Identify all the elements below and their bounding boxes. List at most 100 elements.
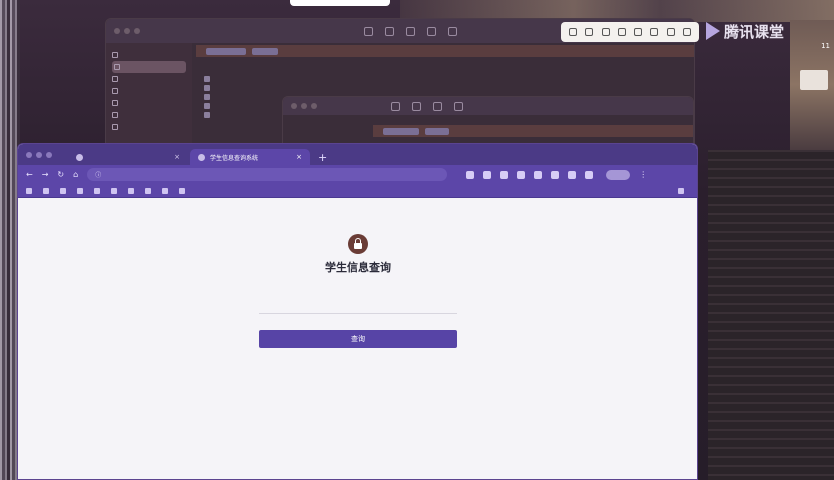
extension-icon[interactable] [500,170,509,179]
clear-icon[interactable] [682,28,691,36]
extension-icon[interactable] [534,170,543,179]
bookmark-item[interactable] [179,187,188,194]
tab-label: 学生信息查询系统 [210,154,259,162]
student-id-input[interactable] [259,290,457,314]
profile-button[interactable] [606,169,631,180]
extension-icon[interactable] [568,170,577,179]
bookmark-item[interactable] [145,187,154,194]
zoom-dot[interactable] [311,103,317,109]
path-crumb[interactable] [252,47,278,55]
tencent-classroom-brand: 腾讯课堂 [706,20,784,42]
new-tab-button[interactable]: + [312,149,333,165]
pointer-icon[interactable] [569,28,578,36]
tab-strip: × 学生信息查询系统 × + [18,144,697,165]
extension-icon[interactable] [517,170,526,179]
sidebar-item[interactable] [112,121,186,133]
bookmark-item[interactable] [162,187,171,194]
list-item[interactable] [204,83,694,92]
forward-icon[interactable]: → [42,170,49,179]
group-icon[interactable] [412,101,421,111]
tab-inactive[interactable]: × [68,149,188,165]
menu-icon[interactable]: ⋮ [639,170,647,179]
query-button[interactable]: 查询 [259,330,457,348]
extension-icon[interactable] [551,170,560,179]
bookmark-icon [162,187,168,194]
eraser-icon[interactable] [601,28,610,36]
info-icon: ⓘ [95,172,102,179]
close-icon[interactable]: × [296,153,302,161]
zoom-dot[interactable] [46,151,52,158]
bookmark-item[interactable] [128,187,137,194]
finder-pathbar [196,45,694,57]
side-number: 11 [821,42,830,50]
sidebar-item-active[interactable] [112,61,186,73]
file-icon [204,84,210,91]
reload-icon[interactable]: ↻ [57,170,64,179]
bookmark-icon [94,187,100,194]
text-icon[interactable] [634,28,643,36]
home-icon[interactable]: ⌂ [73,170,78,179]
sidebar-item[interactable] [112,97,186,109]
extension-icons: ⋮ [466,169,647,180]
folder-icon [112,100,118,106]
list-item[interactable] [204,74,694,83]
path-crumb[interactable] [206,47,246,55]
action-icon[interactable] [448,26,457,36]
close-dot[interactable] [291,103,297,109]
extension-icon[interactable] [466,170,475,179]
page-title: 学生信息查询 [325,261,391,274]
bookmark-item[interactable] [94,187,103,194]
sidebar-item[interactable] [112,73,186,85]
folder-icon [204,75,210,82]
bookmark-icon [43,187,49,194]
desktop-right-panel: 11 [790,20,834,150]
zoom-dot[interactable] [134,28,140,34]
bookmark-item[interactable] [43,187,52,194]
minimize-dot[interactable] [36,151,42,158]
folder-icon [112,112,118,118]
share-icon[interactable] [433,101,442,111]
bookmark-icon [145,187,151,194]
sidebar-item[interactable] [112,85,186,97]
group-icon[interactable] [385,26,394,36]
desktop-white-card [290,0,390,6]
close-dot[interactable] [26,151,32,158]
tag-icon[interactable] [454,101,463,111]
view-icon[interactable] [364,26,373,36]
browser-window[interactable]: × 学生信息查询系统 × + ← → ↻ ⌂ ⓘ ⋮ 学生信息查询 查询 [17,143,698,480]
tab-active[interactable]: 学生信息查询系统 × [190,149,310,165]
sidebar-item[interactable] [112,109,186,121]
bookmark-item[interactable] [111,187,120,194]
sidebar-item[interactable] [112,49,186,61]
finder-column-headers [196,59,694,69]
finder-pathbar [373,125,693,137]
bookmark-item[interactable] [26,187,35,194]
puzzle-icon[interactable] [585,170,594,179]
url-input[interactable]: ⓘ [87,168,448,181]
pen-icon[interactable] [585,28,594,36]
bookmark-icon [179,187,185,194]
bookmark-icon [77,187,83,194]
folder-icon [204,93,210,100]
view-icon[interactable] [391,101,400,111]
minimize-dot[interactable] [124,28,130,34]
bookmark-item[interactable] [77,187,86,194]
bookmark-item[interactable] [60,187,69,194]
undo-icon[interactable] [666,28,675,36]
tag-icon[interactable] [427,26,436,36]
file-icon [204,111,210,118]
back-icon[interactable]: ← [26,170,33,179]
file-icon [204,102,210,109]
path-crumb[interactable] [425,127,449,135]
shape-icon[interactable] [617,28,626,36]
close-icon[interactable]: × [174,153,180,161]
folder-icon [678,187,684,194]
side-tag [800,70,828,90]
share-icon[interactable] [406,26,415,36]
minimize-dot[interactable] [301,103,307,109]
extension-icon[interactable] [483,170,492,179]
other-bookmarks[interactable] [678,187,687,194]
path-crumb[interactable] [383,127,419,135]
laser-icon[interactable] [650,28,659,36]
close-dot[interactable] [114,28,120,34]
